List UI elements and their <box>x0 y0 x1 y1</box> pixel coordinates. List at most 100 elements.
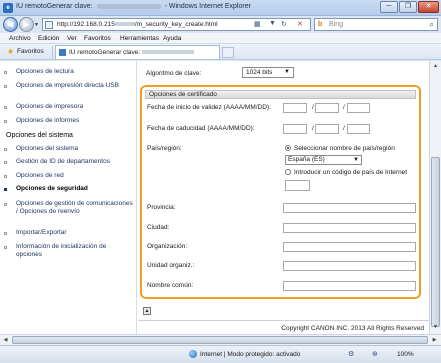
back-button[interactable]: ◀ <box>3 17 18 32</box>
favorites-star-icon[interactable]: ★ <box>7 47 14 56</box>
browser-tab[interactable]: IU remotoGenerar clave: <box>55 45 220 59</box>
menu-archivo[interactable]: Archivo <box>9 35 31 42</box>
redacted-title-text <box>96 3 161 9</box>
country-label: País/región: <box>147 145 182 152</box>
window-title-suffix: - Windows Internet Explorer <box>164 3 251 10</box>
search-box[interactable]: b Bing ⌕ <box>314 18 438 31</box>
recent-pages-dropdown[interactable]: ▼ <box>34 22 39 28</box>
search-engine-label: Bing <box>329 21 344 28</box>
country-value: España (ES) <box>288 156 325 163</box>
valid-from-year-input[interactable] <box>283 103 307 113</box>
zoom-level[interactable]: 100% <box>397 351 414 358</box>
valid-from-day-input[interactable] <box>347 103 370 113</box>
stop-icon[interactable]: ✕ <box>297 20 303 28</box>
tab-title-text: IU remotoGenerar clave: <box>69 49 141 56</box>
menu-ayuda[interactable]: Ayuda <box>163 35 181 42</box>
organization-input[interactable] <box>283 242 416 252</box>
scroll-left-icon[interactable]: ◀ <box>1 336 10 345</box>
url-path: /m_security_key_create.html <box>134 21 218 28</box>
window-title-prefix: IU remotoGenerar clave: <box>16 3 93 10</box>
bullet-icon <box>4 246 7 249</box>
address-bar[interactable]: http://192.168.0.215/m_security_key_crea… <box>42 18 311 31</box>
country-code-radio[interactable] <box>285 169 291 175</box>
vertical-scroll-thumb[interactable] <box>431 157 440 327</box>
menu-herramientas[interactable]: Herramientas <box>120 35 159 42</box>
close-window-button[interactable]: ✕ <box>418 1 439 13</box>
valid-from-month-input[interactable] <box>315 103 339 113</box>
sidebar-item-label: Opciones de gestión de comunicaciones / … <box>16 200 133 215</box>
province-input[interactable] <box>283 203 416 213</box>
minimize-button[interactable]: ─ <box>380 1 398 13</box>
page-icon <box>45 21 53 29</box>
protected-mode-icon[interactable]: ⚙ <box>348 350 354 358</box>
forward-button[interactable]: ▶ <box>19 17 34 32</box>
city-label: Ciudad: <box>147 224 170 231</box>
ie-app-icon: e <box>3 3 13 13</box>
menu-bar: Archivo Edición Ver Favoritos Herramient… <box>0 33 441 44</box>
algorithm-label: Algoritmo de clave: <box>146 70 202 77</box>
sidebar-item-label: Opciones de impresora <box>16 103 84 110</box>
main-panel: Algoritmo de clave: 1024 bits ▼ Opciones… <box>138 61 429 334</box>
org-unit-input[interactable] <box>283 261 416 271</box>
dropdown-arrow-icon[interactable]: ▼ <box>269 20 276 27</box>
chevron-down-icon: ▼ <box>284 69 290 75</box>
footer-divider <box>138 320 429 321</box>
algorithm-select[interactable]: 1024 bits ▼ <box>242 67 294 78</box>
country-select-radio[interactable] <box>285 145 291 151</box>
country-code-radio-label: Introducir un código de país de Internet <box>294 169 408 176</box>
window-title: IU remotoGenerar clave: - Windows Intern… <box>16 3 251 10</box>
menu-edicion[interactable]: Edición <box>38 35 59 42</box>
active-bullet-icon <box>4 188 7 191</box>
address-url[interactable]: http://192.168.0.215/m_security_key_crea… <box>57 21 218 28</box>
org-unit-label: Unidad organiz.: <box>147 262 195 269</box>
scroll-right-icon[interactable]: ▶ <box>430 336 439 345</box>
sidebar-item-label: Opciones de informes <box>16 117 80 124</box>
scroll-to-top-icon[interactable]: ▲ <box>143 307 151 315</box>
copyright-text: Copyright CANON INC. 2013 All Rights Res… <box>281 325 424 332</box>
internet-zone-icon <box>189 350 197 358</box>
bullet-icon <box>4 175 7 178</box>
menu-ver[interactable]: Ver <box>67 35 77 42</box>
sidebar-section-header: Opciones del sistema <box>6 132 73 139</box>
common-name-input[interactable] <box>283 281 416 291</box>
sidebar-nav: Opciones de lectura Opciones de impresió… <box>0 61 137 334</box>
valid-to-year-input[interactable] <box>283 124 307 134</box>
tab-title: IU remotoGenerar clave: <box>69 49 194 56</box>
horizontal-scroll-thumb[interactable] <box>12 336 428 344</box>
scroll-down-icon[interactable]: ▼ <box>431 323 440 332</box>
zoom-options-icon[interactable]: ⊕ <box>372 350 378 358</box>
new-tab-button[interactable] <box>222 47 234 58</box>
security-zone-text: Internet | Modo protegido: activado <box>200 351 301 358</box>
date-separator: / <box>312 104 314 111</box>
favorites-button[interactable]: Favoritos <box>17 48 44 55</box>
valid-to-day-input[interactable] <box>347 124 370 134</box>
valid-to-month-input[interactable] <box>315 124 339 134</box>
menu-favoritos[interactable]: Favoritos <box>84 35 111 42</box>
horizontal-scrollbar[interactable]: ◀ ▶ <box>0 334 441 345</box>
restore-button[interactable]: ❐ <box>399 1 417 13</box>
algorithm-value: 1024 bits <box>246 69 273 76</box>
country-select[interactable]: España (ES) ▼ <box>285 155 362 165</box>
valid-to-label: Fecha de caducidad (AAAA/MM/DD): <box>147 125 255 132</box>
refresh-icon[interactable]: ↻ <box>281 20 287 28</box>
compat-view-icon[interactable]: ▦ <box>254 20 261 28</box>
sidebar-item-label: Opciones de impresión directa USB <box>16 82 119 89</box>
sidebar-item-label: Opciones de lectura <box>16 68 74 75</box>
redacted-url-segment <box>114 22 135 27</box>
province-label: Provincia: <box>147 204 176 211</box>
country-code-input[interactable] <box>285 180 310 191</box>
url-host: http://192.168.0.215 <box>57 21 115 28</box>
sidebar-item-label: Opciones de red <box>16 172 64 179</box>
bullet-icon <box>4 120 7 123</box>
bullet-icon <box>4 71 7 74</box>
search-icon[interactable]: ⌕ <box>430 20 434 30</box>
bullet-icon <box>4 148 7 151</box>
vertical-scrollbar[interactable]: ▲ ▼ <box>429 61 441 334</box>
common-name-label: Nombre común: <box>147 282 194 289</box>
valid-from-label: Fecha de inicio de validez (AAAA/MM/DD): <box>147 104 271 111</box>
certificate-options-panel: Opciones de certificado Fecha de inicio … <box>140 85 421 299</box>
city-input[interactable] <box>283 223 416 233</box>
sidebar-item-label: Opciones de seguridad <box>16 185 88 192</box>
scroll-up-icon[interactable]: ▲ <box>431 62 440 71</box>
bullet-icon <box>4 232 7 235</box>
